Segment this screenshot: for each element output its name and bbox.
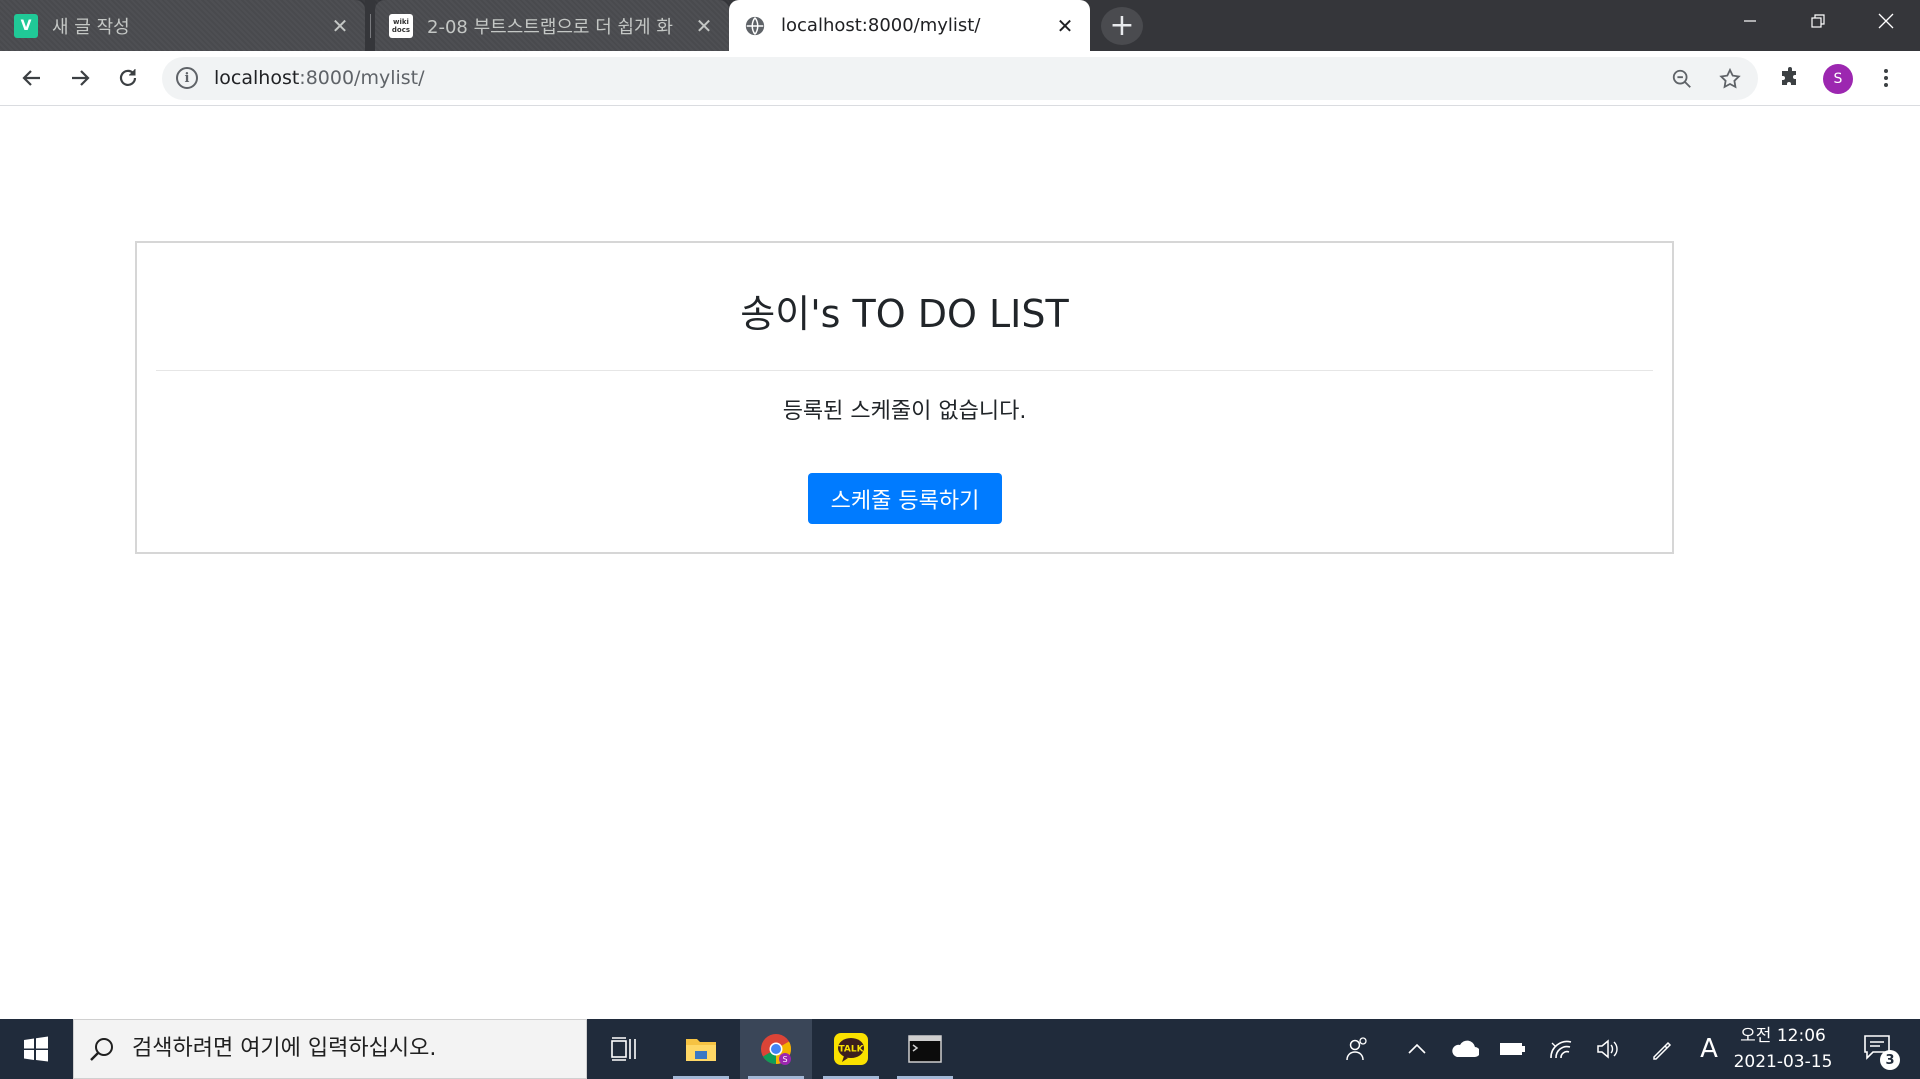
file-explorer-button[interactable] [665, 1019, 737, 1079]
kakaotalk-button[interactable]: TALK [815, 1019, 887, 1079]
input-method-indicator[interactable]: A [1692, 1019, 1726, 1079]
page-title: 송이's TO DO LIST [740, 292, 1069, 336]
chevron-up-icon[interactable] [1400, 1019, 1434, 1079]
tab-title: 새 글 작성 [52, 16, 130, 38]
onedrive-cloud-icon[interactable] [1447, 1019, 1481, 1079]
address-bar[interactable]: i localhost:8000/mylist/ [162, 57, 1758, 100]
terminal-icon [908, 1035, 942, 1063]
back-button[interactable] [14, 60, 50, 96]
tab-title: localhost:8000/mylist/ [781, 15, 981, 36]
todo-card: 송이's TO DO LIST 등록된 스케줄이 없습니다. 스케줄 등록하기 [135, 241, 1674, 554]
bookmark-star-icon[interactable] [1712, 61, 1748, 97]
windows-taskbar: 검색하려면 여기에 입력하십시오. S TALK A 오전 12:06 2021… [0, 1019, 1920, 1079]
tab-wikidocs[interactable]: wiki docs 2-08 부트스트랩으로 더 쉽게 화 ✕ [375, 0, 729, 51]
clock-date: 2021-03-15 [1733, 1052, 1833, 1072]
start-button[interactable] [0, 1019, 72, 1079]
chrome-button[interactable]: S [740, 1019, 812, 1079]
task-view-button[interactable] [588, 1019, 660, 1079]
zoom-icon[interactable] [1664, 61, 1700, 97]
add-schedule-button[interactable]: 스케줄 등록하기 [808, 473, 1002, 524]
task-view-icon [611, 1037, 636, 1061]
reload-icon [119, 69, 137, 86]
clock-time: 오전 12:06 [1740, 1026, 1826, 1046]
extensions-icon[interactable] [1772, 60, 1808, 96]
browser-tab-strip: V 새 글 작성 ✕ wiki docs 2-08 부트스트랩으로 더 쉽게 화… [0, 0, 1920, 51]
wifi-icon[interactable] [1544, 1019, 1578, 1079]
forward-button[interactable] [62, 60, 98, 96]
close-icon[interactable]: ✕ [329, 14, 351, 38]
close-icon[interactable]: ✕ [1054, 14, 1076, 38]
system-clock[interactable]: 오전 12:06 2021-03-15 [1726, 1023, 1840, 1075]
reload-button[interactable] [110, 60, 146, 96]
taskbar-search-box[interactable]: 검색하려면 여기에 입력하십시오. [73, 1019, 587, 1079]
wikidocs-favicon-icon: wiki docs [389, 13, 413, 38]
battery-icon[interactable] [1495, 1019, 1529, 1079]
url-text[interactable]: localhost:8000/mylist/ [214, 57, 425, 100]
speaker-icon[interactable] [1591, 1019, 1625, 1079]
chrome-icon: S [761, 1034, 792, 1065]
folder-icon [686, 1039, 716, 1061]
minimize-button[interactable] [1716, 0, 1784, 42]
velog-favicon-icon: V [14, 13, 38, 38]
people-icon[interactable] [1340, 1019, 1374, 1079]
close-window-button[interactable] [1852, 0, 1920, 42]
kakaotalk-icon: TALK [834, 1033, 868, 1065]
new-tab-button[interactable]: + [1101, 7, 1143, 45]
notification-count-badge: 3 [1880, 1050, 1900, 1070]
windows-logo-icon [24, 1036, 48, 1062]
restore-button[interactable] [1784, 0, 1852, 42]
search-placeholder: 검색하려면 여기에 입력하십시오. [132, 1036, 437, 1061]
browser-toolbar: i localhost:8000/mylist/ S [0, 51, 1920, 106]
terminal-button[interactable] [889, 1019, 961, 1079]
divider [156, 370, 1653, 371]
globe-icon [743, 14, 767, 38]
tab-new-post[interactable]: V 새 글 작성 ✕ [0, 0, 365, 51]
empty-state-message: 등록된 스케줄이 없습니다. [782, 399, 1027, 424]
svg-text:S: S [782, 1055, 787, 1064]
menu-kebab-icon[interactable] [1868, 60, 1904, 96]
svg-text:TALK: TALK [838, 1045, 864, 1055]
site-info-icon[interactable]: i [176, 67, 198, 89]
arrow-left-icon [22, 70, 40, 86]
tab-mylist[interactable]: localhost:8000/mylist/ ✕ [729, 0, 1090, 51]
pen-workspace-icon[interactable] [1645, 1019, 1679, 1079]
action-center-button[interactable]: 3 [1862, 1033, 1900, 1070]
profile-avatar[interactable]: S [1823, 64, 1853, 94]
arrow-right-icon [72, 70, 90, 86]
search-icon [90, 1038, 113, 1061]
tab-title: 2-08 부트스트랩으로 더 쉽게 화 [427, 16, 673, 38]
close-icon[interactable]: ✕ [693, 14, 715, 38]
